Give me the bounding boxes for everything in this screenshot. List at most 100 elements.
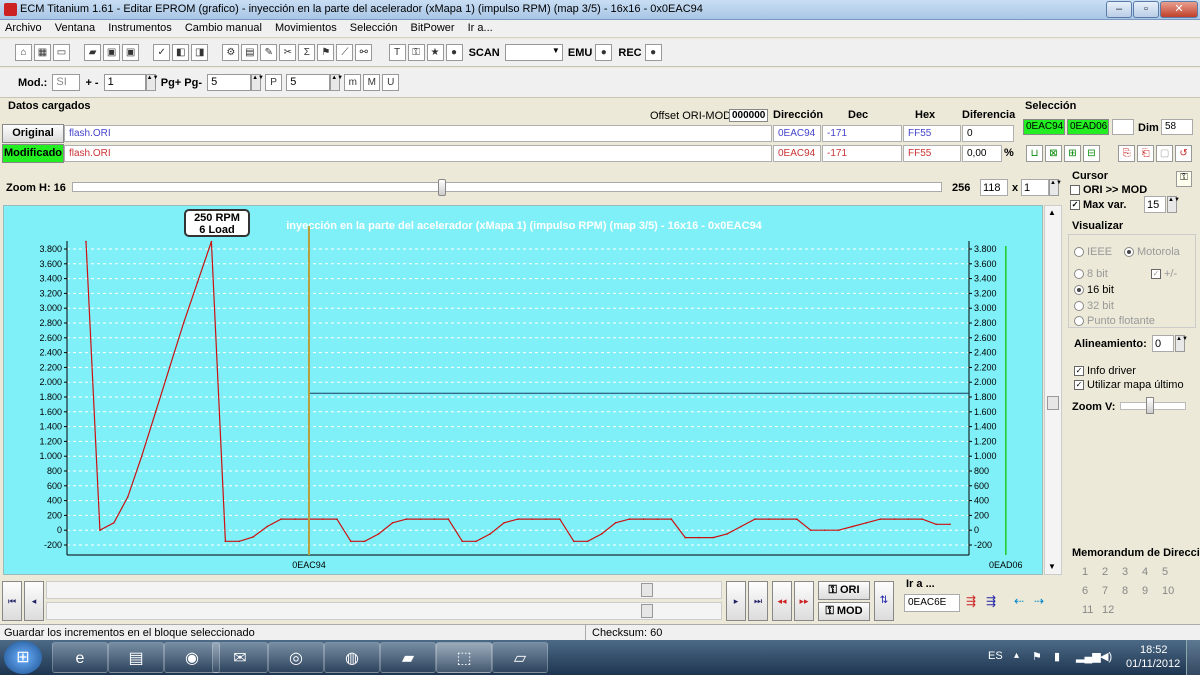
ori-mod-option[interactable]: ORI >> MOD [1070,184,1147,196]
chart-svg[interactable]: 3.800 3.600 3.400 3.200 3.000 2.800 2.600 2.400… [4,206,1044,576]
last-icon[interactable]: ⏭ [748,581,768,621]
memo-address-6[interactable]: 6 [1082,585,1088,597]
memo-address-2[interactable]: 2 [1102,566,1108,578]
open-folder-icon[interactable]: ▰ [84,44,102,61]
ieee-radio[interactable] [1074,247,1084,258]
p-spinner[interactable]: ▲▼ [330,74,343,91]
memo-address-3[interactable]: 3 [1122,566,1128,578]
increment-input[interactable]: 1 [103,74,146,91]
prev-diff-icon[interactable]: ◂◂ [772,581,792,621]
memo-address-1[interactable]: 1 [1082,566,1088,578]
signed-option[interactable]: ✓ +/- [1151,268,1177,280]
tools-icon[interactable]: ✂ [279,44,297,61]
bit8-option[interactable]: 8 bit [1074,268,1108,280]
window-icon[interactable]: ▭ [53,44,70,61]
sel-copy-icon[interactable]: ⎘ [1118,145,1136,162]
modificado-button[interactable]: Modificado [2,144,64,163]
bit32-radio[interactable] [1074,301,1084,312]
bit16-radio[interactable] [1074,285,1084,296]
memo-address-12[interactable]: 12 [1102,604,1114,616]
bit32-option[interactable]: 32 bit [1074,300,1114,312]
zoom-h-thumb[interactable] [438,179,446,196]
zoom-mult[interactable]: 1 [1021,179,1049,196]
memo-address-5[interactable]: 5 [1162,566,1168,578]
goto-mod-icon[interactable]: ⇶ [986,594,996,608]
lock-icon[interactable]: ⚿ [407,44,425,61]
info-driver-checkbox[interactable]: ✓ [1074,366,1084,377]
record-dot-icon[interactable]: ● [445,44,463,61]
align-input[interactable]: 0 [1152,335,1174,352]
signed-checkbox[interactable]: ✓ [1151,269,1161,280]
scroll-up-icon[interactable]: ▲ [1048,208,1056,217]
goto-left-icon[interactable]: ⇠ [1014,594,1024,608]
ie-icon[interactable]: e [52,642,108,673]
map-red-icon[interactable]: ◧ [172,44,190,61]
flag-icon[interactable]: ⚑ [317,44,335,61]
maxvar-spinner[interactable]: ▲▼ [1167,196,1180,213]
goto-ori-icon[interactable]: ⇶ [966,594,976,608]
p-button-icon[interactable]: P [265,74,283,91]
save-icon[interactable]: ▣ [103,44,121,61]
ecm-titanium-icon[interactable]: ⬚ [436,642,492,673]
swap-icon[interactable]: ⇅ [874,581,894,621]
start-button[interactable]: ⊞ [4,641,42,674]
memo-address-8[interactable]: 8 [1122,585,1128,597]
zoom-h-track[interactable] [72,182,942,192]
hscroll-ori-thumb[interactable] [641,583,653,597]
utilizar-option[interactable]: ✓ Utilizar mapa último [1074,379,1184,391]
ori-button[interactable]: ⚿ ORI [818,581,870,600]
cd-icon[interactable]: ◎ [268,642,324,673]
float-radio[interactable] [1074,316,1084,327]
table-icon[interactable]: T [388,44,406,61]
sel-shift-icon[interactable]: ⊠ [1045,145,1062,162]
ira-input[interactable]: 0EAC6E [904,594,960,612]
maximize-button[interactable]: ▫ [1133,1,1159,18]
clock-time[interactable]: 18:52 [1140,644,1168,656]
undo-icon[interactable]: ↺ [1175,145,1193,162]
menu-movimientos[interactable]: Movimientos [270,20,342,36]
p-input[interactable]: 5 [286,74,331,91]
menu-bitpower[interactable]: BitPower [406,20,460,36]
hscroll-mod-thumb[interactable] [641,604,653,618]
prev-icon[interactable]: ◂ [24,581,44,621]
next-icon[interactable]: ▸ [726,581,746,621]
ieee-option[interactable]: IEEE [1074,246,1112,258]
rec-icon[interactable]: ● [644,44,662,61]
zoom-mult-spinner[interactable]: ▲▼ [1049,179,1062,196]
page-spinner[interactable]: ▲▼ [251,74,264,91]
run-icon[interactable]: ★ [426,44,444,61]
chip-icon[interactable]: ▦ [34,44,51,61]
compare-icon[interactable]: ◨ [191,44,209,61]
menu-archivo[interactable]: Archivo [0,20,47,36]
messenger-icon[interactable]: ✉ [212,642,268,673]
menu-instrumentos[interactable]: Instrumentos [103,20,177,36]
sel-start-icon[interactable]: ⊔ [1026,145,1043,162]
float-option[interactable]: Punto flotante [1074,315,1155,327]
memo-address-7[interactable]: 7 [1102,585,1108,597]
memo-address-10[interactable]: 10 [1162,585,1174,597]
sigma-icon[interactable]: Σ [298,44,316,61]
m-button-icon[interactable]: m [344,74,362,91]
chrome-icon[interactable]: ◍ [324,642,380,673]
folder-icon[interactable]: ▰ [380,642,436,673]
sel-end-icon[interactable]: ⊟ [1083,145,1100,162]
info-driver-option[interactable]: ✓ Info driver [1074,365,1136,377]
memo-address-4[interactable]: 4 [1142,566,1148,578]
volume-icon[interactable]: ◀) [1100,650,1112,663]
edit-icon[interactable]: ✎ [260,44,278,61]
sel-paste-icon[interactable]: ⎗ [1137,145,1155,162]
original-button[interactable]: Original [2,124,64,143]
show-desktop-button[interactable] [1186,640,1200,675]
checksum-icon[interactable]: ▤ [241,44,259,61]
u-button-icon[interactable]: U [382,74,400,91]
notepad-icon[interactable]: ▱ [492,642,548,673]
minimize-button[interactable]: – [1106,1,1132,18]
mod-input[interactable]: SI [52,74,81,91]
menu-seleccion[interactable]: Selección [345,20,403,36]
padlock-icon[interactable]: ⚿ [1176,171,1192,187]
memo-address-9[interactable]: 9 [1142,585,1148,597]
bit8-radio[interactable] [1074,269,1084,280]
check-icon[interactable]: ✓ [153,44,171,61]
chart-vscroll-thumb[interactable] [1047,396,1059,410]
m2-button-icon[interactable]: M [363,74,381,91]
